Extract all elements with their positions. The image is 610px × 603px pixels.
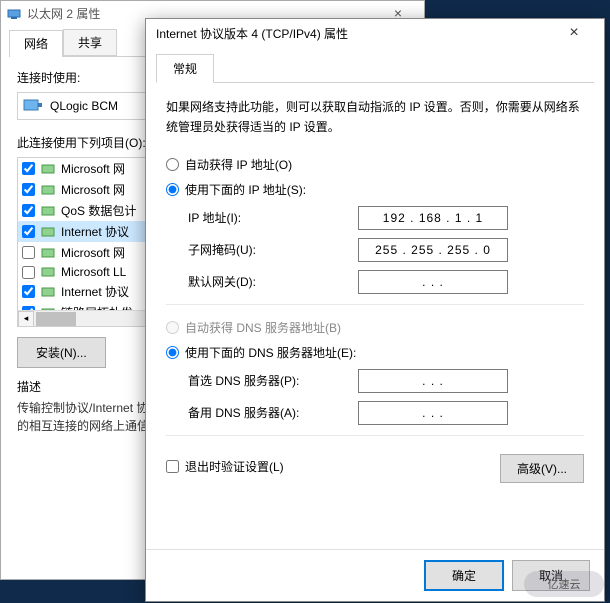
protocol-icon — [41, 183, 55, 197]
validate-on-exit[interactable]: 退出时验证设置(L) — [166, 458, 284, 475]
protocol-label: Microsoft 网 — [61, 181, 125, 198]
radio-static-dns-label: 使用下面的 DNS 服务器地址(E): — [185, 344, 356, 361]
scroll-thumb[interactable] — [36, 312, 76, 326]
dns2-input[interactable]: . . . — [358, 401, 508, 425]
protocol-icon — [41, 246, 55, 260]
gateway-label: 默认网关(D): — [188, 273, 358, 290]
ethernet-icon — [7, 6, 21, 20]
dns2-label: 备用 DNS 服务器(A): — [188, 404, 358, 421]
scroll-left-arrow[interactable]: ◂ — [18, 311, 34, 327]
radio-auto-dns-input — [166, 321, 179, 334]
dns1-input[interactable]: . . . — [358, 369, 508, 393]
protocol-label: Microsoft 网 — [61, 160, 125, 177]
tab-network[interactable]: 网络 — [9, 30, 63, 57]
front-titlebar: Internet 协议版本 4 (TCP/IPv4) 属性 × — [146, 19, 604, 47]
front-title-text: Internet 协议版本 4 (TCP/IPv4) 属性 — [156, 25, 348, 42]
install-button[interactable]: 安装(N)... — [17, 337, 106, 368]
protocol-label: Microsoft LL — [61, 265, 126, 279]
radio-auto-dns: 自动获得 DNS 服务器地址(B) — [166, 319, 584, 336]
protocol-checkbox[interactable] — [22, 285, 35, 298]
watermark: 亿速云 — [524, 571, 604, 597]
radio-static-ip-input[interactable] — [166, 183, 179, 196]
protocol-icon — [41, 285, 55, 299]
validate-on-exit-label: 退出时验证设置(L) — [185, 458, 284, 475]
protocol-checkbox[interactable] — [22, 204, 35, 217]
radio-auto-ip-label: 自动获得 IP 地址(O) — [185, 156, 292, 173]
back-title-text: 以太网 2 属性 — [27, 5, 100, 22]
ipv4-properties-window: Internet 协议版本 4 (TCP/IPv4) 属性 × 常规 如果网络支… — [145, 18, 605, 602]
front-close-button[interactable]: × — [554, 24, 594, 42]
adapter-name: QLogic BCM — [50, 99, 118, 113]
subnet-mask-input[interactable]: 255 . 255 . 255 . 0 — [358, 238, 508, 262]
radio-static-dns[interactable]: 使用下面的 DNS 服务器地址(E): — [166, 344, 584, 361]
protocol-icon — [41, 265, 55, 279]
subnet-mask-label: 子网掩码(U): — [188, 241, 358, 258]
protocol-checkbox[interactable] — [22, 162, 35, 175]
protocol-label: Microsoft 网 — [61, 244, 125, 261]
protocol-label: Internet 协议 — [61, 283, 129, 300]
advanced-button[interactable]: 高级(V)... — [500, 454, 584, 483]
intro-text: 如果网络支持此功能，则可以获取自动指派的 IP 设置。否则，你需要从网络系统管理… — [166, 97, 584, 138]
gateway-input[interactable]: . . . — [358, 270, 508, 294]
front-tabs: 常规 — [156, 53, 594, 83]
protocol-icon — [41, 225, 55, 239]
tab-general[interactable]: 常规 — [156, 54, 214, 83]
ip-address-input[interactable]: 192 . 168 . 1 . 1 — [358, 206, 508, 230]
protocol-icon — [41, 204, 55, 218]
protocol-icon — [41, 162, 55, 176]
protocol-label: QoS 数据包计 — [61, 202, 136, 219]
protocol-checkbox[interactable] — [22, 246, 35, 259]
radio-auto-dns-label: 自动获得 DNS 服务器地址(B) — [185, 319, 341, 336]
ok-button[interactable]: 确定 — [424, 560, 504, 591]
radio-auto-ip-input[interactable] — [166, 158, 179, 171]
protocol-checkbox[interactable] — [22, 183, 35, 196]
validate-on-exit-checkbox[interactable] — [166, 460, 179, 473]
radio-auto-ip[interactable]: 自动获得 IP 地址(O) — [166, 156, 584, 173]
ip-address-label: IP 地址(I): — [188, 209, 358, 226]
radio-static-ip[interactable]: 使用下面的 IP 地址(S): — [166, 181, 584, 198]
protocol-checkbox[interactable] — [22, 225, 35, 238]
tab-sharing[interactable]: 共享 — [63, 29, 117, 56]
radio-static-dns-input[interactable] — [166, 346, 179, 359]
dns1-label: 首选 DNS 服务器(P): — [188, 372, 358, 389]
protocol-label: Internet 协议 — [61, 223, 129, 240]
radio-static-ip-label: 使用下面的 IP 地址(S): — [185, 181, 306, 198]
protocol-checkbox[interactable] — [22, 266, 35, 279]
nic-icon — [22, 97, 44, 115]
